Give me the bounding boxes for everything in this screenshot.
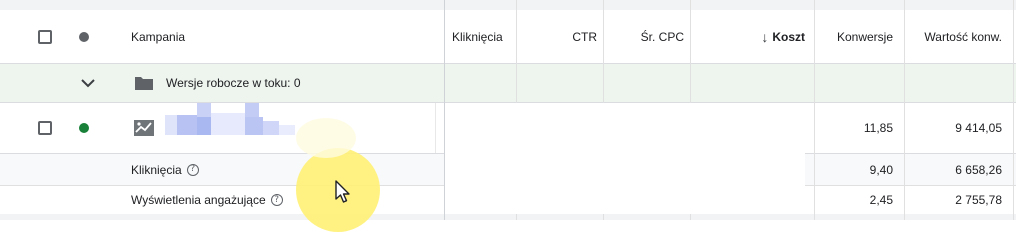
column-header-campaign-label: Kampania <box>131 29 186 44</box>
breakdown-conv-value-value: 6 658,26 <box>955 162 1002 177</box>
breakdown-label-engaged-views: Wyświetlenia angażujące <box>131 193 266 207</box>
breakdown-label-cell: Kliknięcia ? <box>131 154 431 185</box>
column-header-ctr-label: CTR <box>572 29 597 44</box>
folder-icon <box>135 77 153 90</box>
column-header-cost[interactable]: ↓ Koszt <box>700 10 805 63</box>
help-icon[interactable]: ? <box>186 163 199 176</box>
breakdown-conversions-value: 9,40 <box>869 162 893 177</box>
breakdown-conversions-cell: 9,40 <box>815 154 893 185</box>
breakdown-label-cell: Wyświetlenia angażujące ? <box>131 186 431 214</box>
table-header-row: Kampania Kliknięcia CTR Śr. CPC ↓ Koszt … <box>0 10 1016 64</box>
breakdown-conversions-cell: 2,45 <box>815 186 893 214</box>
breakdown-label-clicks: Kliknięcia <box>131 162 182 177</box>
campaign-checkbox-cell <box>38 103 56 153</box>
help-icon[interactable]: ? <box>270 194 283 206</box>
breakdown-conv-value-value: 2 755,78 <box>955 193 1002 207</box>
mouse-pointer-icon <box>335 180 350 203</box>
status-header-cell <box>79 10 93 63</box>
chevron-down-icon[interactable] <box>80 78 96 88</box>
drafts-label-cell: Wersje robocze w toku: 0 <box>166 64 426 102</box>
breakdown-conversions-value: 2,45 <box>869 193 893 207</box>
campaign-table: Kampania Kliknięcia CTR Śr. CPC ↓ Koszt … <box>0 0 1016 232</box>
column-header-campaign[interactable]: Kampania <box>131 10 431 63</box>
column-divider <box>1013 0 1014 220</box>
display-campaign-image-icon <box>134 120 154 136</box>
column-header-conv-value[interactable]: Wartość konw. <box>905 10 1002 63</box>
column-header-conv-value-label: Wartość konw. <box>924 29 1002 44</box>
cursor-highlight-trail <box>296 118 356 158</box>
campaign-conv-value-value: 9 414,05 <box>955 121 1002 135</box>
drafts-row[interactable]: Wersje robocze w toku: 0 <box>0 64 1016 103</box>
enabled-status-dot-icon[interactable] <box>79 123 89 133</box>
drafts-in-progress-label: Wersje robocze w toku: 0 <box>166 76 301 90</box>
expand-drafts-cell <box>80 64 100 102</box>
campaign-status-cell <box>79 103 93 153</box>
status-column-dot-icon[interactable] <box>79 31 89 42</box>
column-divider <box>904 0 905 220</box>
column-header-clicks-label: Kliknięcia <box>452 29 503 44</box>
select-all-checkbox-cell <box>38 10 56 63</box>
breakdown-conv-value-cell: 6 658,26 <box>905 154 1002 185</box>
column-header-clicks[interactable]: Kliknięcia <box>452 10 516 63</box>
campaign-conv-value-cell: 9 414,05 <box>905 103 1002 153</box>
table-top-strip <box>0 0 1016 10</box>
column-header-avg-cpc[interactable]: Śr. CPC <box>605 10 684 63</box>
breakdown-conv-value-cell: 2 755,78 <box>905 186 1002 214</box>
campaign-conversions-cell: 11,85 <box>815 103 893 153</box>
campaign-type-cell <box>133 103 157 153</box>
campaign-row-checkbox[interactable] <box>38 121 52 135</box>
blank-metrics-area <box>445 103 805 214</box>
column-header-cost-label: Koszt <box>772 29 805 44</box>
select-all-checkbox[interactable] <box>38 29 52 44</box>
campaign-conversions-value: 11,85 <box>863 121 893 135</box>
column-header-conversions[interactable]: Konwersje <box>815 10 893 63</box>
table-bottom-strip <box>0 214 1016 220</box>
column-header-conversions-label: Konwersje <box>836 29 893 44</box>
column-divider <box>814 0 815 220</box>
column-header-avg-cpc-label: Śr. CPC <box>640 29 684 44</box>
folder-icon-cell <box>134 64 156 102</box>
column-header-ctr[interactable]: CTR <box>518 10 597 63</box>
campaign-name-redacted[interactable] <box>165 103 300 137</box>
sort-descending-arrow-icon: ↓ <box>761 28 769 45</box>
